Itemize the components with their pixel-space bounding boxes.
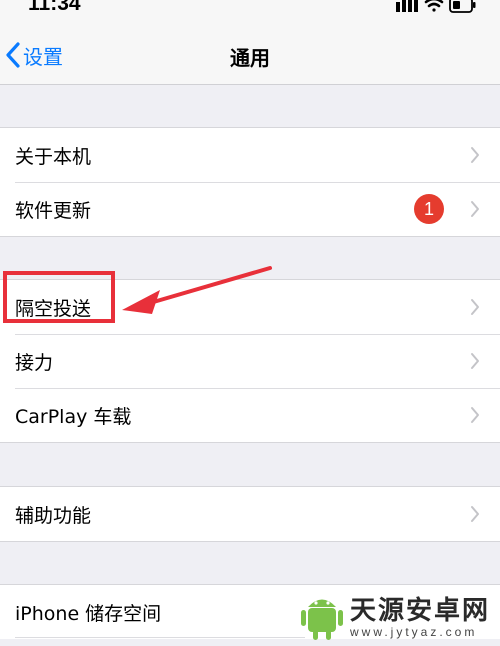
status-time: 11:34 xyxy=(28,0,81,15)
row-carplay[interactable]: CarPlay 车载 xyxy=(0,388,500,442)
row-divider xyxy=(15,637,305,638)
row-label: 辅助功能 xyxy=(15,504,92,527)
chevron-right-icon xyxy=(471,407,479,423)
settings-general-screen: 11:34 设置 通用 关于本机 软件更新 1 隔空投送 接力 CarPlay … xyxy=(0,0,500,646)
row-label: 关于本机 xyxy=(15,145,92,168)
status-bar: 11:34 xyxy=(0,0,500,22)
watermark-title: 天源安卓网 xyxy=(349,596,490,626)
settings-group-accessibility: 辅助功能 xyxy=(0,486,500,542)
update-badge: 1 xyxy=(414,194,444,224)
chevron-right-icon xyxy=(471,506,479,522)
chevron-right-icon xyxy=(471,353,479,369)
chevron-right-icon xyxy=(471,299,479,315)
row-accessibility[interactable]: 辅助功能 xyxy=(0,487,500,541)
cellular-signal-icon xyxy=(396,0,418,12)
row-about[interactable]: 关于本机 xyxy=(0,128,500,182)
watermark-url: www.jytyaz.com xyxy=(349,625,478,639)
android-logo-icon xyxy=(300,599,343,640)
navigation-bar: 设置 通用 xyxy=(0,22,500,85)
row-software-update[interactable]: 软件更新 1 xyxy=(0,182,500,236)
chevron-right-icon xyxy=(471,201,479,217)
row-handoff[interactable]: 接力 xyxy=(0,334,500,388)
settings-group-about: 关于本机 软件更新 1 xyxy=(0,127,500,237)
battery-icon xyxy=(449,0,476,13)
chevron-right-icon xyxy=(471,147,479,163)
watermark: 天源安卓网 www.jytyaz.com xyxy=(300,594,490,642)
annotation-highlight-box xyxy=(3,271,115,323)
row-label: 软件更新 xyxy=(15,199,92,222)
watermark-text: 天源安卓网 www.jytyaz.com xyxy=(350,597,490,639)
wifi-icon xyxy=(424,0,444,12)
row-label: 接力 xyxy=(15,351,54,374)
row-label: CarPlay 车载 xyxy=(15,405,132,428)
page-title: 通用 xyxy=(230,46,270,70)
row-label: iPhone 储存空间 xyxy=(15,602,162,625)
status-icons xyxy=(396,0,476,13)
